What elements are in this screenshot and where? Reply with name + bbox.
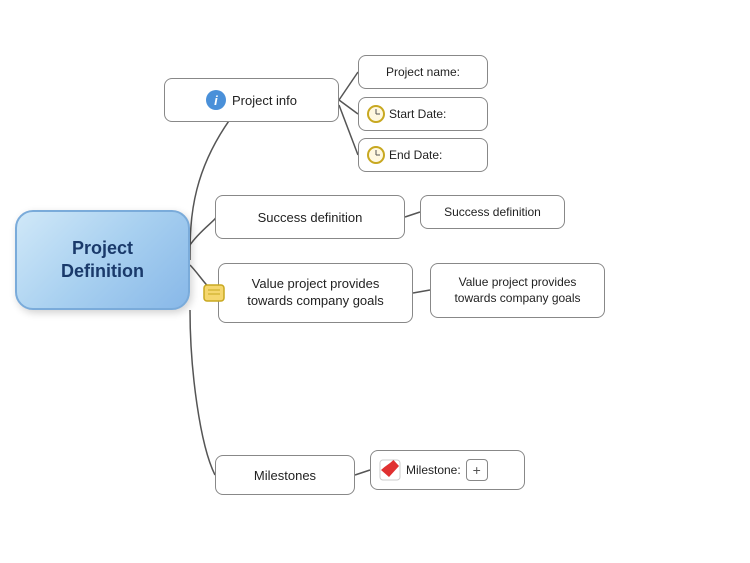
success-definition-node[interactable]: Success definition	[215, 195, 405, 239]
central-node: Project Definition	[15, 210, 190, 310]
central-node-text: Project Definition	[61, 237, 144, 284]
project-info-node[interactable]: i Project info	[164, 78, 339, 122]
project-info-label: Project info	[232, 93, 297, 108]
end-date-node: End Date:	[358, 138, 488, 172]
milestones-node[interactable]: Milestones	[215, 455, 355, 495]
add-milestone-button[interactable]: +	[466, 459, 488, 481]
start-date-node: Start Date:	[358, 97, 488, 131]
success-definition-node-label: Success definition	[258, 210, 363, 225]
milestone-item-node: Milestone: +	[370, 450, 525, 490]
end-date-clock-icon	[367, 146, 385, 164]
milestone-item-label: Milestone:	[406, 463, 461, 477]
checkmark-icon	[379, 459, 401, 481]
end-date-label: End Date:	[389, 148, 442, 162]
start-date-clock-icon	[367, 105, 385, 123]
project-name-node: Project name:	[358, 55, 488, 89]
success-definition-label-text: Success definition	[444, 205, 541, 219]
success-definition-label-node: Success definition	[420, 195, 565, 229]
info-icon: i	[206, 90, 226, 110]
start-date-label: Start Date:	[389, 107, 446, 121]
value-project-node[interactable]: Value project provides towards company g…	[218, 263, 413, 323]
project-name-label: Project name:	[386, 65, 460, 79]
value-project-node-label: Value project provides towards company g…	[231, 276, 400, 310]
milestones-label: Milestones	[254, 468, 316, 483]
key-icon	[203, 284, 225, 302]
value-project-label-text: Value project provides towards company g…	[443, 275, 592, 306]
value-project-label-node: Value project provides towards company g…	[430, 263, 605, 318]
